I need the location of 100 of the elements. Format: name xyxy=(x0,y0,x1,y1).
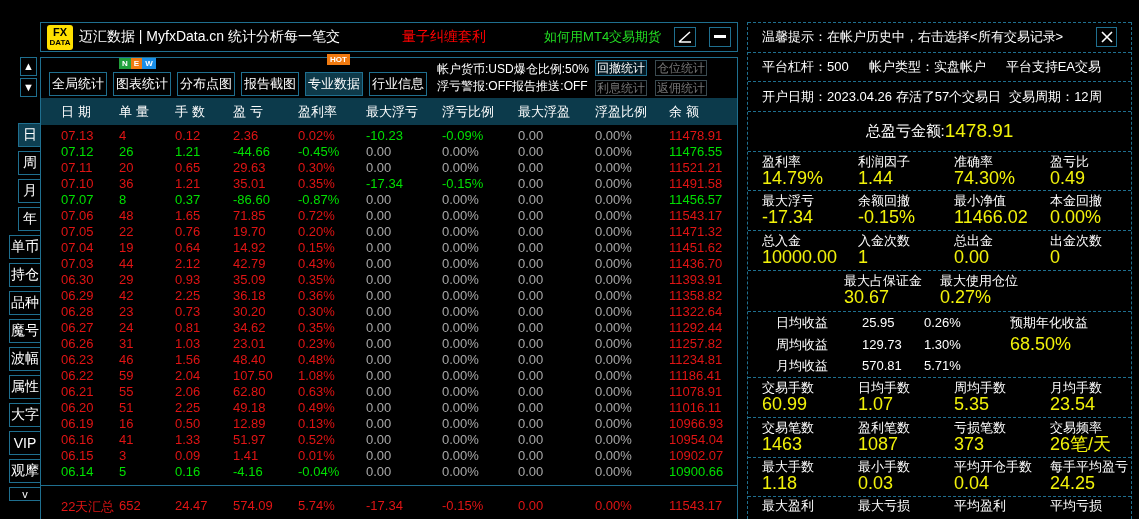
scroll-button[interactable]: ▼ xyxy=(20,78,37,97)
summary-cell-text: 24.47 xyxy=(175,498,209,515)
table-cell-text: -0.15% xyxy=(442,176,485,192)
table-cell-text: 11016.11 xyxy=(669,400,723,416)
table-cell-text: 06.19 xyxy=(61,416,95,432)
stat-label: 最大亏损 xyxy=(858,499,911,514)
side-tab[interactable]: VIP xyxy=(9,431,40,455)
table-cell-text: 0.02% xyxy=(298,128,336,144)
table-cell-text: 0.00% xyxy=(442,432,480,448)
table-cell-text: -0.87% xyxy=(298,192,341,208)
table-cell-text: 1.56 xyxy=(175,352,202,368)
table-cell-text: 29.63 xyxy=(233,160,267,176)
stat-value: 74.30% xyxy=(954,168,1017,188)
summary-cell-text: -0.15% xyxy=(442,498,485,515)
column-header: 浮盈比例 xyxy=(595,102,648,121)
draw-button[interactable] xyxy=(674,27,697,47)
stat-value: 0.04 xyxy=(954,474,991,494)
table-cell-text: 0.30% xyxy=(298,160,336,176)
table-cell-text: 36 xyxy=(119,176,135,192)
table-cell-text: 0.00 xyxy=(518,288,545,304)
table-cell-text: 0.72% xyxy=(298,208,336,224)
table-cell-text: 23.01 xyxy=(233,336,267,352)
table-cell-text: 06.27 xyxy=(61,320,95,336)
table-cell-text: 2.25 xyxy=(175,400,202,416)
table-cell-text: 3 xyxy=(119,448,128,464)
table-cell-text: 11543.17 xyxy=(669,208,724,224)
table-cell-text: 0.00 xyxy=(518,176,545,192)
table-cell-text: 11078.91 xyxy=(669,384,724,400)
period-tab[interactable]: 日 xyxy=(18,123,40,147)
toolbar-tab[interactable]: 专业数据 xyxy=(305,72,363,96)
table-cell-text: 0.81 xyxy=(175,320,202,336)
side-tab[interactable]: 属性 xyxy=(9,375,40,399)
side-tab[interactable]: 波幅 xyxy=(9,347,40,371)
period-tab[interactable]: 年 xyxy=(18,207,40,231)
stat-value: 0.27% xyxy=(940,288,993,308)
toolbar-tab[interactable]: 分布点图 xyxy=(177,72,235,96)
table-cell-text: 0.00 xyxy=(366,192,393,208)
side-tab[interactable]: 持仓 xyxy=(9,263,40,287)
side-tab[interactable]: 品种 xyxy=(9,291,40,315)
table-cell-text: 11451.62 xyxy=(669,240,724,256)
period-tab[interactable]: 月 xyxy=(18,179,40,203)
side-tab[interactable]: 大字 xyxy=(9,403,40,427)
table-cell-text: 0.00% xyxy=(595,400,633,416)
scroll-button[interactable]: ▲ xyxy=(20,57,37,76)
stat-label: 最小净值 xyxy=(954,194,1007,209)
stat-label: 亏损笔数 xyxy=(954,420,1007,435)
minimize-button[interactable] xyxy=(709,27,731,47)
table-cell-text: 36.18 xyxy=(233,288,267,304)
table-cell-text: 0.00 xyxy=(366,304,393,320)
table-cell-text: 1.65 xyxy=(175,208,202,224)
stat-value: 0.00% xyxy=(1050,208,1103,228)
table-cell-text: 11436.70 xyxy=(669,256,724,272)
side-tab[interactable]: 单币 xyxy=(9,235,40,259)
stat-value: 0.03 xyxy=(858,474,895,494)
toolbar-tab[interactable]: 行业信息 xyxy=(369,72,427,96)
stat-value: 1.07 xyxy=(858,395,895,415)
table-cell-text: 0.00% xyxy=(595,368,633,384)
toolbar-tab[interactable]: 图表统计 xyxy=(113,72,171,96)
table-cell-text: 0.00 xyxy=(518,240,545,256)
table-cell-text: 1.08% xyxy=(298,368,336,384)
column-header: 浮亏比例 xyxy=(442,102,495,121)
stat-value: 0.00 xyxy=(954,247,991,267)
table-cell-text: 14.92 xyxy=(233,240,267,256)
table-cell-text: 0.48% xyxy=(298,352,336,368)
table-cell-text: 0.00 xyxy=(366,336,393,352)
tip-text: 温馨提示：在帐户历史中，右击选择<所有交易记录> xyxy=(762,28,1064,47)
table-cell-text: 06.21 xyxy=(61,384,95,400)
period-tab[interactable]: 周 xyxy=(18,151,40,175)
stat-value: 1.44 xyxy=(858,168,894,188)
table-cell-text: 0.00 xyxy=(518,128,545,144)
column-header: 盈利率 xyxy=(298,102,338,121)
table-cell-text: 0.00% xyxy=(442,144,480,160)
table-cell-text: 0.00% xyxy=(442,448,480,464)
table-cell-text: 0.00 xyxy=(366,272,393,288)
table-cell-text: 0.00 xyxy=(518,160,545,176)
toolbar-tab[interactable]: 报告截图 xyxy=(241,72,299,96)
table-cell-text: 0.00% xyxy=(595,192,633,208)
side-tab[interactable]: 观摩 xyxy=(9,459,40,483)
stat-value: 1087 xyxy=(858,434,899,454)
table-cell-text: 107.50 xyxy=(233,368,274,384)
table-cell-text: 24 xyxy=(119,320,135,336)
stats-button[interactable]: 回撤统计 xyxy=(595,60,648,76)
table-cell-text: 0.00 xyxy=(518,448,545,464)
close-button[interactable] xyxy=(1096,27,1117,48)
logo: FX DATA xyxy=(47,24,73,50)
stat-label: 月均收益 xyxy=(776,358,829,375)
table-cell-text: 07.07 xyxy=(61,192,95,208)
stat-label: 本金回撤 xyxy=(1050,194,1103,209)
stat-value: 26笔/天 xyxy=(1050,434,1113,454)
side-tab[interactable]: 魔号 xyxy=(9,319,40,343)
table-cell-text: 1.21 xyxy=(175,176,202,192)
link[interactable]: 量子纠缠套利 xyxy=(402,28,487,46)
table-cell-text: 0.00% xyxy=(595,384,633,400)
table-cell-text: 0.00% xyxy=(442,224,480,240)
link[interactable]: 如何用MT4交易期货 xyxy=(544,28,662,46)
side-tab[interactable]: v xyxy=(9,487,40,501)
table-cell-text: 11476.55 xyxy=(669,144,724,160)
table-cell-text: 0.00% xyxy=(442,160,480,176)
toolbar-tab[interactable]: 全局统计 xyxy=(49,72,107,96)
stat-label: 平均开仓手数 xyxy=(954,460,1033,475)
